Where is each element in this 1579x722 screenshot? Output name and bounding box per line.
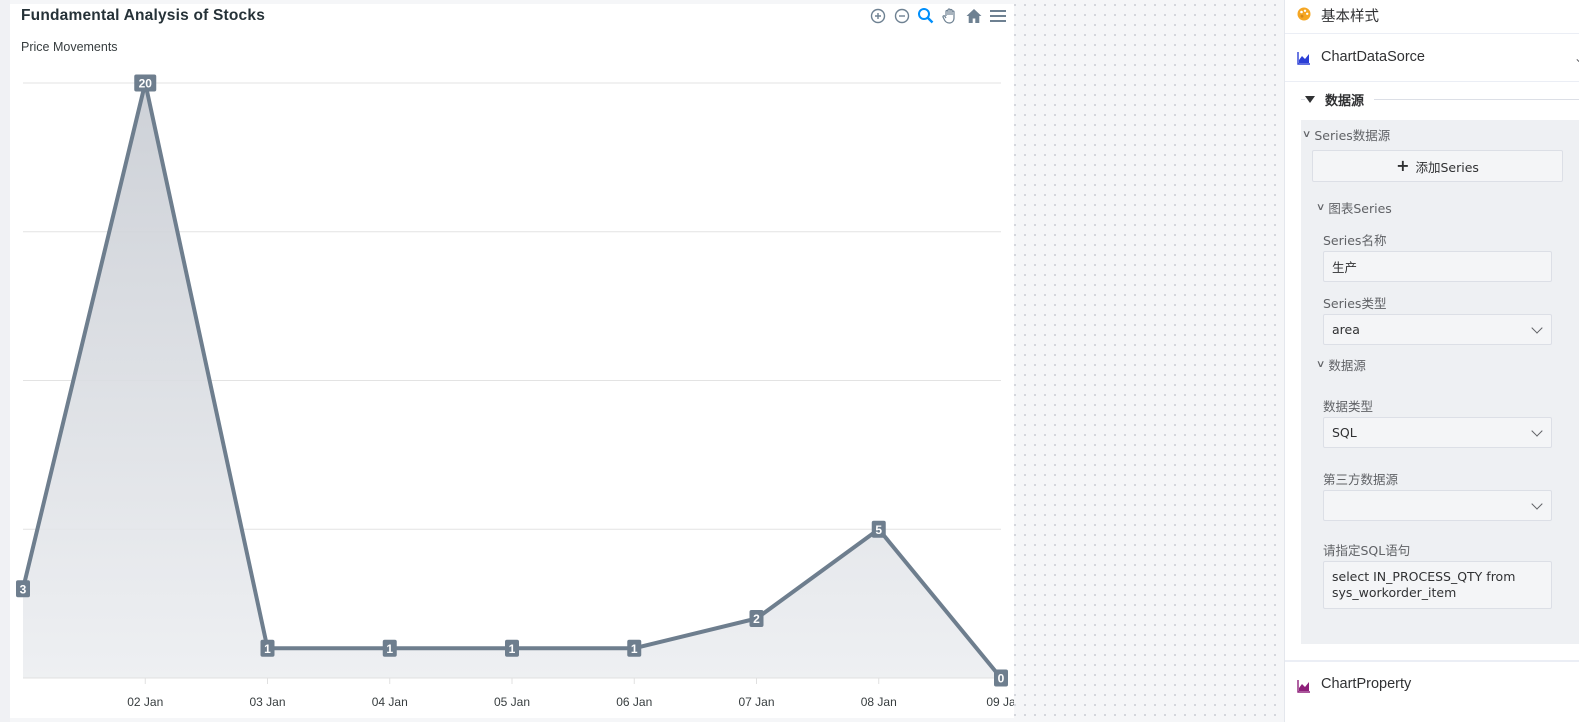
data-source-sub-label: 数据源	[1328, 358, 1366, 373]
x-tick-label: 09 Ja	[986, 695, 1014, 709]
series-datasource-box: ∨ Series数据源 + 添加Series ∨ 图表Series Series…	[1301, 120, 1579, 644]
series-name-input[interactable]: 生产	[1323, 251, 1552, 282]
add-series-button[interactable]: + 添加Series	[1312, 150, 1563, 182]
data-label: 0	[998, 672, 1005, 686]
data-label: 5	[875, 523, 882, 537]
series-name-value: 生产	[1332, 260, 1358, 275]
data-label: 1	[264, 642, 271, 656]
chart-series-label: 图表Series	[1328, 201, 1392, 216]
section-basic-style-label: 基本样式	[1321, 9, 1379, 25]
series-name-label: Series名称	[1323, 233, 1387, 248]
zoom-in-icon[interactable]	[868, 6, 888, 26]
series-datasource-toggle[interactable]: ∨ Series数据源	[1301, 125, 1391, 144]
data-source-sub-toggle[interactable]: ∨ 数据源	[1315, 355, 1366, 374]
x-tick-label: 06 Jan	[616, 695, 652, 709]
selection-zoom-icon[interactable]	[916, 6, 936, 26]
x-tick-label: 02 Jan	[127, 695, 163, 709]
area-chart-icon	[1297, 51, 1311, 65]
third-party-label: 第三方数据源	[1323, 472, 1399, 487]
properties-panel: 基本样式 › ChartDataSorce ⌄ 数据源 ∨ Series数据源 …	[1284, 0, 1579, 722]
chart-title: Fundamental Analysis of Stocks	[21, 7, 266, 24]
palette-icon	[1297, 7, 1311, 21]
section-chart-datasource[interactable]: ChartDataSorce ⌄	[1285, 36, 1579, 82]
section-chart-property-label: ChartProperty	[1321, 676, 1412, 692]
series-type-label: Series类型	[1323, 296, 1387, 311]
x-tick-label: 07 Jan	[738, 695, 774, 709]
x-tick-label: 05 Jan	[494, 695, 530, 709]
add-series-label: 添加Series	[1415, 159, 1479, 175]
area-chart: 02 Jan 03 Jan 04 Jan 05 Jan 06 Jan 07 Jan 08 J…	[16, 74, 1014, 709]
section-chart-property[interactable]: ChartProperty ›	[1285, 664, 1579, 708]
chart-series-toggle[interactable]: ∨ 图表Series	[1315, 198, 1392, 217]
plus-icon: +	[1396, 156, 1410, 175]
chart-toolbar	[868, 6, 1008, 26]
chevron-down-icon: ∨	[1315, 359, 1326, 370]
datasource-fieldset: 数据源 ∨ Series数据源 + 添加Series ∨ 图表Series Se…	[1293, 84, 1579, 654]
zoom-out-icon[interactable]	[892, 6, 912, 26]
x-tick-label: 08 Jan	[861, 695, 897, 709]
reset-home-icon[interactable]	[964, 6, 984, 26]
area-chart-icon	[1297, 679, 1311, 693]
chevron-down-icon: ∨	[1301, 129, 1312, 140]
chevron-down-icon	[1531, 321, 1543, 334]
section-chart-datasource-label: ChartDataSorce	[1321, 49, 1425, 65]
chevron-down-icon	[1531, 497, 1543, 510]
data-label: 1	[631, 642, 638, 656]
menu-icon[interactable]	[988, 6, 1008, 26]
caret-down-icon	[1305, 96, 1315, 103]
panel-divider	[1285, 660, 1579, 662]
chart-subtitle: Price Movements	[21, 40, 118, 54]
chevron-down-icon	[1531, 424, 1543, 437]
data-type-value: SQL	[1332, 425, 1357, 440]
datasource-legend-label: 数据源	[1325, 94, 1365, 109]
chevron-down-icon: ⌄	[1574, 51, 1579, 65]
chart-card: 02 Jan 03 Jan 04 Jan 05 Jan 06 Jan 07 Jan 08 J…	[10, 4, 1014, 718]
x-tick-label: 04 Jan	[372, 695, 408, 709]
pan-hand-icon[interactable]	[940, 6, 960, 26]
series-type-select[interactable]: area	[1323, 314, 1552, 345]
datasource-legend[interactable]: 数据源	[1305, 90, 1375, 109]
series-datasource-label: Series数据源	[1314, 128, 1391, 143]
x-tick-label: 03 Jan	[249, 695, 285, 709]
left-strip	[0, 0, 10, 722]
chevron-down-icon: ∨	[1315, 202, 1326, 213]
sql-textarea[interactable]: select IN_PROCESS_QTY from sys_workorder…	[1323, 561, 1552, 609]
series-type-value: area	[1332, 322, 1360, 337]
data-label: 1	[386, 642, 393, 656]
third-party-select[interactable]	[1323, 490, 1552, 521]
data-label: 3	[20, 582, 27, 596]
data-label: 2	[753, 612, 760, 626]
data-label: 1	[509, 642, 516, 656]
sql-label: 请指定SQL语句	[1323, 543, 1411, 558]
section-basic-style[interactable]: 基本样式 ›	[1285, 0, 1579, 34]
data-type-label: 数据类型	[1323, 399, 1374, 414]
data-label: 20	[139, 77, 153, 91]
data-type-select[interactable]: SQL	[1323, 417, 1552, 448]
